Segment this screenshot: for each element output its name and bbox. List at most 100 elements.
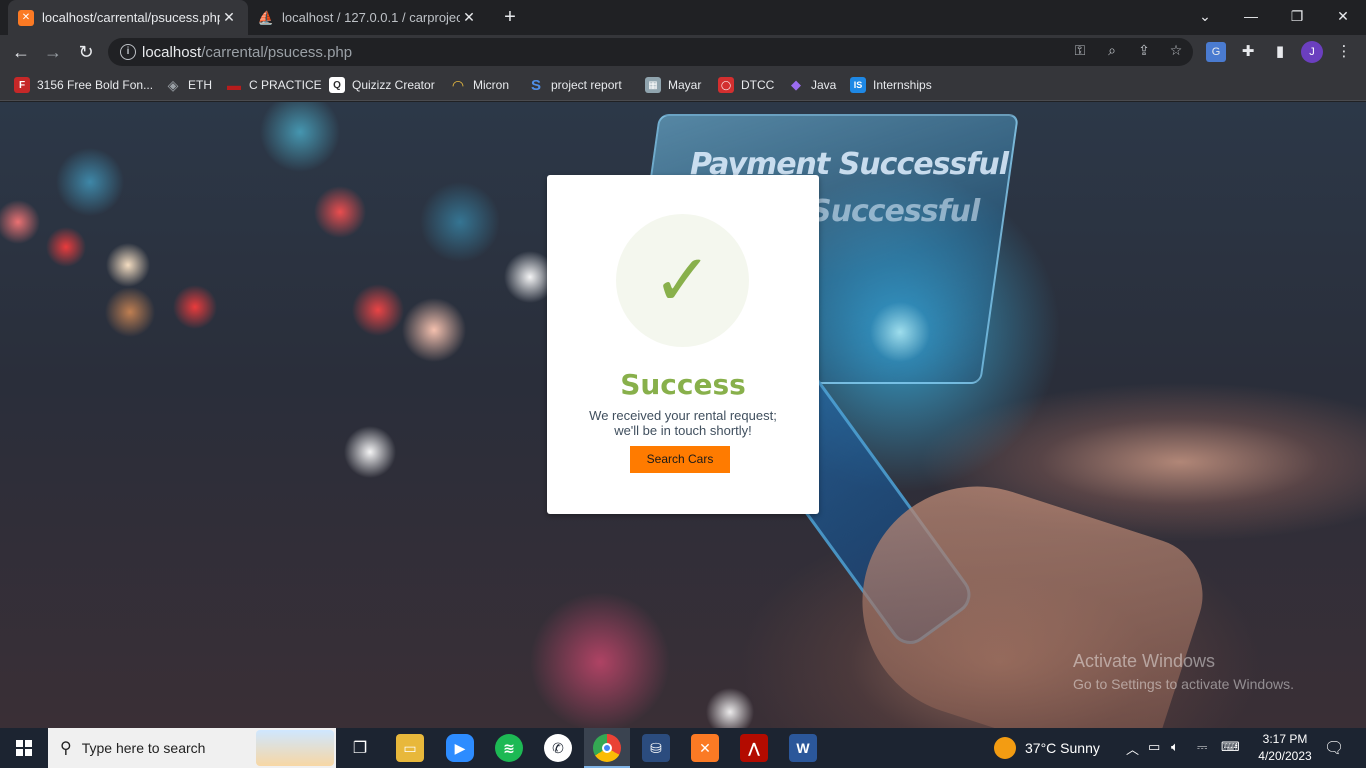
bookmark-label: DTCC [741,78,775,92]
weather-sun-icon[interactable] [994,737,1016,759]
font-site-icon: F [14,77,30,93]
profile-avatar[interactable]: J [1301,41,1323,63]
chrome-icon[interactable] [593,734,621,762]
minimize-button[interactable]: — [1228,0,1274,32]
address-bar[interactable]: i localhost/carrental/psucess.php [108,38,1193,66]
success-message: We received your rental request; we'll b… [547,408,819,438]
tab-close-icon[interactable]: ✕ [460,9,478,26]
project-report-icon: S [530,76,541,94]
taskbar: ⚲ Type here to search ❐ ▭ ▶ ≋ ✆ ⛁ ✕ ⋀ W … [0,728,1366,768]
reload-button[interactable]: ↻ [73,39,99,65]
browser-toolbar: ← → ↻ i localhost/carrental/psucess.php … [0,35,1366,69]
search-cars-button[interactable]: Search Cars [630,446,730,473]
back-button[interactable]: ← [8,39,34,65]
file-explorer-icon[interactable]: ▭ [396,734,424,762]
taskbar-clock[interactable]: 3:17 PM 4/20/2023 [1252,731,1318,765]
share-icon[interactable]: ⇪ [1135,41,1153,59]
mysql-workbench-icon[interactable]: ⛁ [642,734,670,762]
whatsapp-icon[interactable]: ✆ [544,734,572,762]
tab-title: localhost/carrental/psucess.php [42,10,220,25]
task-view-icon[interactable]: ❐ [346,734,374,762]
volume-icon[interactable]: 🔈︎ [1171,739,1179,755]
xampp-icon[interactable]: ✕ [691,734,719,762]
site-info-icon[interactable]: i [120,44,136,60]
zoom-app-icon[interactable]: ▶ [446,734,474,762]
tab-title: localhost / 127.0.0.1 / carproject [282,10,460,25]
restore-button[interactable]: ❐ [1274,0,1320,32]
bookmark-item[interactable]: ◈ ETH [165,76,212,94]
check-badge: ✓ [616,214,749,347]
activate-windows-title: Activate Windows [1073,651,1216,671]
search-icon: ⚲ [60,740,72,757]
url-host: localhost [142,43,202,61]
network-icon[interactable]: ⎓ [1197,739,1207,755]
extensions-puzzle-icon[interactable]: ✚ [1238,42,1258,62]
new-tab-button[interactable]: + [498,5,522,29]
bookmark-item[interactable]: ◆ Java [788,76,836,94]
weather-text[interactable]: 37°C Sunny [1025,740,1100,756]
bookmark-star-icon[interactable]: ☆ [1167,41,1185,59]
bookmark-item[interactable]: ◯ DTCC [718,76,774,94]
side-panel-icon[interactable]: ▮ [1270,42,1290,62]
notifications-icon[interactable]: 🗨︎ [1324,738,1344,758]
windows-logo-icon [16,740,32,756]
success-modal: ✓ Success We received your rental reques… [547,175,819,514]
phpmyadmin-favicon-icon: ⛵ [257,9,275,25]
checkmark-icon: ✓ [652,240,713,321]
search-highlight-illustration [256,730,334,766]
keyboard-icon[interactable]: ⌨ [1221,739,1240,755]
bookmark-label: 3156 Free Bold Fon... [37,78,154,92]
xampp-favicon-icon: ✕ [18,9,34,26]
url-path: /carrental/psucess.php [201,43,353,61]
bookmark-item[interactable]: ▦ Mayar [645,76,701,94]
tray-chevron-up-icon[interactable]: ︿ [1126,739,1139,758]
bookmark-item[interactable]: IS Internships [850,76,932,94]
zoom-icon[interactable]: ⌕ [1103,41,1121,59]
bookmark-item[interactable]: ▬ C PRACTICE [226,76,322,94]
bookmark-label: Quizizz Creator [352,78,435,92]
bookmark-label: Mayar [668,78,702,92]
bookmark-label: Java [811,78,837,92]
acrobat-icon[interactable]: ⋀ [740,734,768,762]
bookmark-item[interactable]: ◠ Micron [450,76,509,94]
bookmark-item[interactable]: F 3156 Free Bold Fon... [14,76,153,94]
quizizz-icon: Q [329,77,345,93]
internships-icon: IS [850,77,866,93]
bookmark-label: Micron [473,78,510,92]
browser-menu-icon[interactable]: ⋮ [1334,42,1354,62]
bookmark-item[interactable]: S project report [528,76,622,94]
dtcc-icon: ◯ [718,77,734,93]
c-practice-icon: ▬ [227,77,241,93]
success-title: Success [620,368,746,401]
bookmark-label: C PRACTICE [249,78,322,92]
page-viewport: Payment Successful Successful ✓ Success … [0,102,1366,728]
bookmark-label: project report [551,78,622,92]
java-icon: ◆ [791,77,801,92]
clock-time: 3:17 PM [1262,732,1308,746]
success-message-line: we'll be in touch shortly! [614,423,752,438]
clock-date: 4/20/2023 [1258,749,1312,763]
image-icon: ▦ [645,77,661,93]
close-window-button[interactable]: ✕ [1320,0,1366,32]
bookmark-label: ETH [188,78,212,92]
success-message-line: We received your rental request; [589,408,777,423]
tab-strip: ✕ localhost/carrental/psucess.php ✕ ⛵ lo… [0,0,1366,35]
ethereum-icon: ◈ [167,76,179,93]
tab-phpmyadmin[interactable]: ⛵ localhost / 127.0.0.1 / carproject ✕ [248,0,488,35]
background-text: Successful [810,194,980,229]
forward-button[interactable]: → [40,39,66,65]
search-placeholder: Type here to search [81,740,206,756]
bookmark-item[interactable]: Q Quizizz Creator [329,76,435,94]
word-icon[interactable]: W [789,734,817,762]
translate-extension-icon[interactable]: G [1206,42,1226,62]
bookmarks-bar: F 3156 Free Bold Fon... ◈ ETH ▬ C PRACTI… [0,69,1366,101]
tab-close-icon[interactable]: ✕ [220,9,238,26]
micron-icon: ◠ [452,76,464,93]
tab-search-dropdown-icon[interactable]: ⌄ [1182,0,1228,32]
key-icon[interactable]: ⚿ [1071,41,1089,59]
spotify-icon[interactable]: ≋ [495,734,523,762]
tab-carrental[interactable]: ✕ localhost/carrental/psucess.php ✕ [8,0,248,35]
activate-windows-subtitle: Go to Settings to activate Windows. [1073,676,1294,692]
battery-icon[interactable]: ▭ [1148,739,1160,755]
start-button[interactable] [0,728,48,768]
